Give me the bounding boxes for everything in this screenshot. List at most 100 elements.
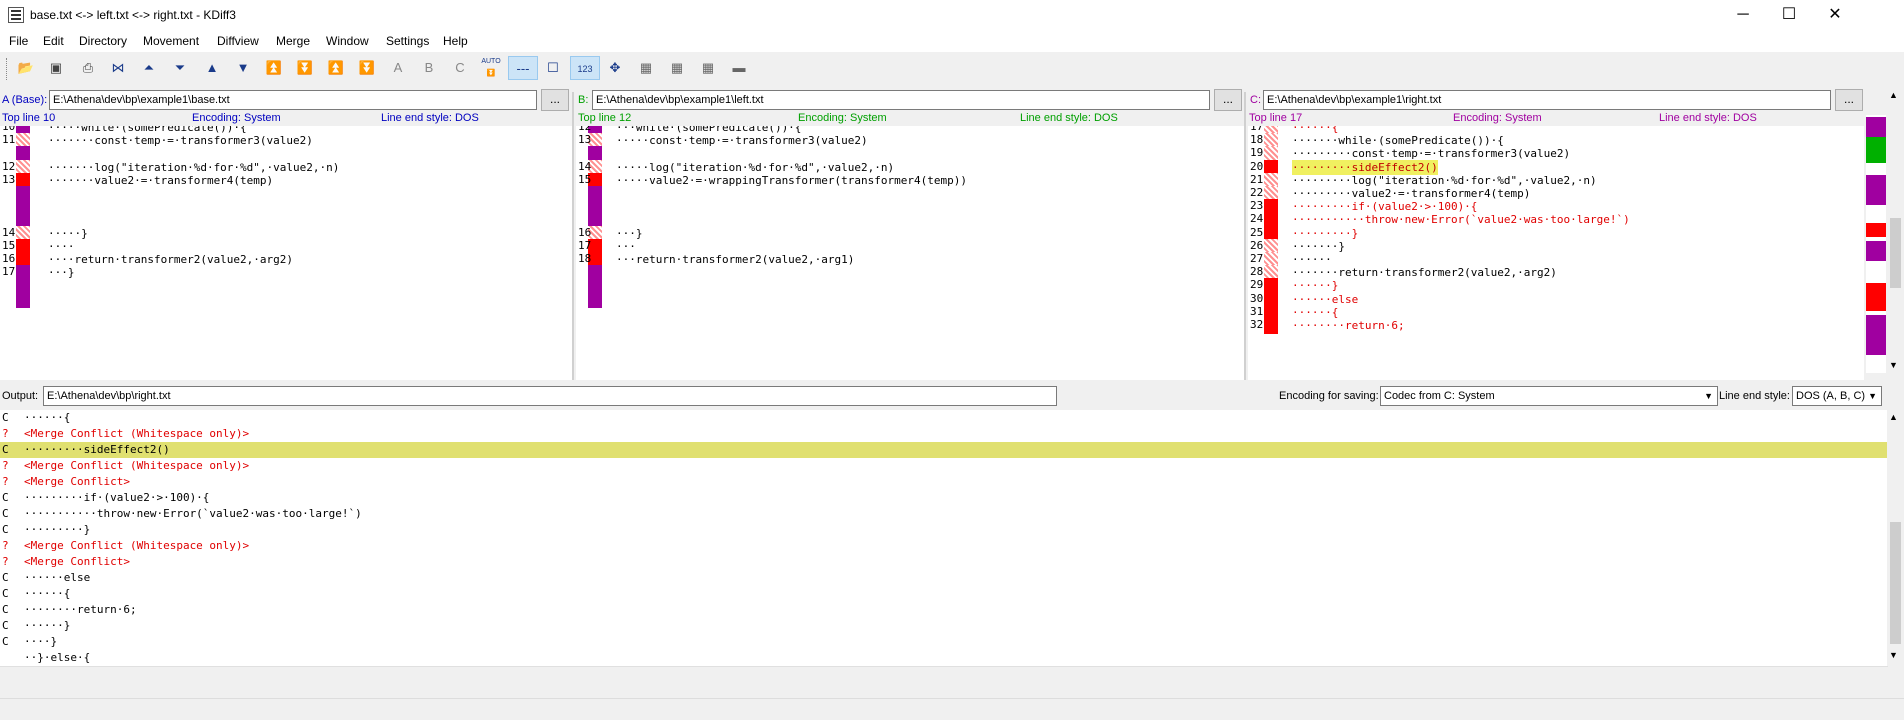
output-vertical-scrollbar[interactable]: ▲ ▼	[1887, 410, 1904, 666]
go-next-conflict-icon[interactable]: ⏬	[293, 56, 317, 80]
go-prev-unsolved-icon[interactable]: ⏫	[324, 56, 348, 80]
window-layout-4-icon[interactable]: ▬	[727, 56, 751, 80]
line-status: ?	[2, 539, 9, 552]
pane-b-path-input[interactable]: E:\Athena\dev\bp\example1\left.txt	[592, 90, 1210, 110]
pane-separator[interactable]	[1244, 92, 1246, 380]
print-icon[interactable]: ⎙	[76, 56, 100, 80]
pane-c-text[interactable]: 17 ······{18 ·······while·(somePredicate()…	[1248, 126, 1864, 380]
window-layout-1-icon[interactable]: ▦	[634, 56, 658, 80]
auto-solve-icon[interactable]: AUTO ⏬	[479, 56, 503, 80]
pane-a-text[interactable]: 10 ·····while·(somePredicate())·{11 ······…	[0, 126, 572, 380]
line-end-style-select[interactable]: DOS (A, B, C) ▼	[1792, 386, 1882, 406]
output-line[interactable]: C ········return·6;	[0, 602, 1888, 618]
show-whitespace-chars-icon[interactable]: ☐	[541, 56, 565, 80]
pane-a-lineend: Line end style: DOS	[381, 112, 479, 124]
output-line[interactable]: C ·········if·(value2·>·100)·{	[0, 490, 1888, 506]
open-folder-icon[interactable]: 📂	[14, 56, 38, 80]
menu-window[interactable]: Window	[326, 34, 369, 48]
line-number: 23	[1250, 199, 1264, 213]
output-line[interactable]: ··}·else·{	[0, 650, 1888, 666]
title-bar: base.txt <-> left.txt <-> right.txt - KD…	[0, 0, 1904, 30]
menu-file[interactable]: File	[9, 34, 28, 48]
output-horizontal-scrollbar[interactable]	[0, 666, 1888, 683]
choose-a-icon[interactable]: A	[386, 56, 410, 80]
output-line[interactable]: C ···········throw·new·Error(`value2·was·…	[0, 506, 1888, 522]
go-next-delta-icon[interactable]: ▼	[231, 56, 255, 80]
merge-output-text[interactable]: C ······{? <Merge Conflict (Whitespace onl…	[0, 410, 1888, 666]
line-number: 25	[1250, 225, 1264, 239]
menu-help[interactable]: Help	[443, 34, 468, 48]
maximize-button[interactable]: ☐	[1766, 0, 1812, 30]
move-icon[interactable]: ✥	[603, 56, 627, 80]
pane-b-text[interactable]: 12 ···while·(somePredicate())·{13 ·····con…	[576, 126, 1244, 380]
output-line[interactable]: C ······}	[0, 618, 1888, 634]
output-line[interactable]: C ·········}	[0, 522, 1888, 538]
minimize-button[interactable]: ─	[1720, 0, 1766, 30]
pane-a-header: A (Base): E:\Athena\dev\bp\example1\base…	[0, 89, 570, 111]
encoding-saving-select[interactable]: Codec from C: System ▼	[1380, 386, 1718, 406]
pane-b-browse-button[interactable]: ...	[1214, 89, 1242, 111]
output-line-text: ········return·6;	[24, 603, 137, 616]
line-number: 12	[578, 126, 592, 133]
output-line[interactable]: ? <Merge Conflict (Whitespace only)>	[0, 458, 1888, 474]
go-next-unsolved-icon[interactable]: ⏬	[355, 56, 379, 80]
window-title: base.txt <-> left.txt <-> right.txt - KD…	[30, 8, 236, 22]
diff-vertical-scrollbar[interactable]: ▲ ▼	[1887, 88, 1904, 378]
output-line-text: <Merge Conflict>	[24, 475, 130, 488]
toolbar-grip[interactable]	[6, 58, 9, 80]
close-button[interactable]: ✕	[1812, 0, 1858, 30]
output-line[interactable]: C ······{	[0, 586, 1888, 602]
line-number: 16	[578, 225, 592, 239]
pane-separator[interactable]	[572, 92, 574, 380]
output-line[interactable]: C ······else	[0, 570, 1888, 586]
line-number: 15	[2, 238, 16, 252]
output-line-text: ······}	[24, 619, 71, 632]
output-line-text: ······{	[24, 587, 71, 600]
output-line[interactable]: ? <Merge Conflict>	[0, 474, 1888, 490]
pane-c-browse-button[interactable]: ...	[1835, 89, 1863, 111]
go-prev-conflict-icon[interactable]: ⏫	[262, 56, 286, 80]
menu-settings[interactable]: Settings	[386, 34, 429, 48]
pane-b-label: B:	[578, 94, 589, 106]
output-line[interactable]: C ····}	[0, 634, 1888, 650]
output-path-input[interactable]: E:\Athena\dev\bp\right.txt	[43, 386, 1057, 406]
menu-directory[interactable]: Directory	[79, 34, 127, 48]
pane-a-topline: Top line 10	[2, 112, 56, 124]
pane-c-label: C:	[1250, 94, 1261, 106]
go-top-icon[interactable]: ⏶	[137, 56, 161, 80]
toolbar: 📂 ▣ ⎙ ⋈ ⏶ ⏷ ▲ ▼ ⏫ ⏬ ⏫ ⏬ A B C AUTO ⏬ --- …	[0, 52, 1904, 86]
go-prev-delta-icon[interactable]: ▲	[200, 56, 224, 80]
pane-a-path-input[interactable]: E:\Athena\dev\bp\example1\base.txt	[49, 90, 537, 110]
menu-diffview[interactable]: Diffview	[217, 34, 259, 48]
pane-c-topline: Top line 17	[1249, 112, 1303, 124]
go-current-icon[interactable]: ⋈	[106, 56, 130, 80]
line-number: 30	[1250, 291, 1264, 305]
show-line-numbers-icon[interactable]: 123	[570, 56, 600, 80]
menu-merge[interactable]: Merge	[276, 34, 310, 48]
output-bar: Output: E:\Athena\dev\bp\right.txt Encod…	[0, 384, 1904, 408]
window-layout-2-icon[interactable]: ▦	[665, 56, 689, 80]
choose-c-icon[interactable]: C	[448, 56, 472, 80]
pane-a-browse-button[interactable]: ...	[541, 89, 569, 111]
window-layout-3-icon[interactable]: ▦	[696, 56, 720, 80]
code-line: ········return·6;	[1292, 319, 1405, 332]
pane-b-header: B: E:\Athena\dev\bp\example1\left.txt ..…	[576, 89, 1242, 111]
save-icon[interactable]: ▣	[44, 56, 68, 80]
go-bottom-icon[interactable]: ⏷	[168, 56, 192, 80]
output-line[interactable]: ? <Merge Conflict (Whitespace only)>	[0, 538, 1888, 554]
output-line[interactable]: ? <Merge Conflict (Whitespace only)>	[0, 426, 1888, 442]
output-line[interactable]: C ·········sideEffect2()	[0, 442, 1888, 458]
output-line[interactable]: C ······{	[0, 410, 1888, 426]
pane-c-lineend: Line end style: DOS	[1659, 112, 1757, 124]
pane-c-path-input[interactable]: E:\Athena\dev\bp\example1\right.txt	[1263, 90, 1831, 110]
line-status: ?	[2, 459, 9, 472]
pane-a-label: A (Base):	[2, 94, 48, 106]
pane-b-lineend: Line end style: DOS	[1020, 112, 1118, 124]
diff-overview-bar[interactable]	[1866, 115, 1886, 373]
show-whitespace-icon[interactable]: ---	[508, 56, 538, 80]
choose-b-icon[interactable]: B	[417, 56, 441, 80]
line-status: C	[2, 603, 9, 616]
output-line[interactable]: ? <Merge Conflict>	[0, 554, 1888, 570]
menu-edit[interactable]: Edit	[43, 34, 64, 48]
menu-movement[interactable]: Movement	[143, 34, 199, 48]
